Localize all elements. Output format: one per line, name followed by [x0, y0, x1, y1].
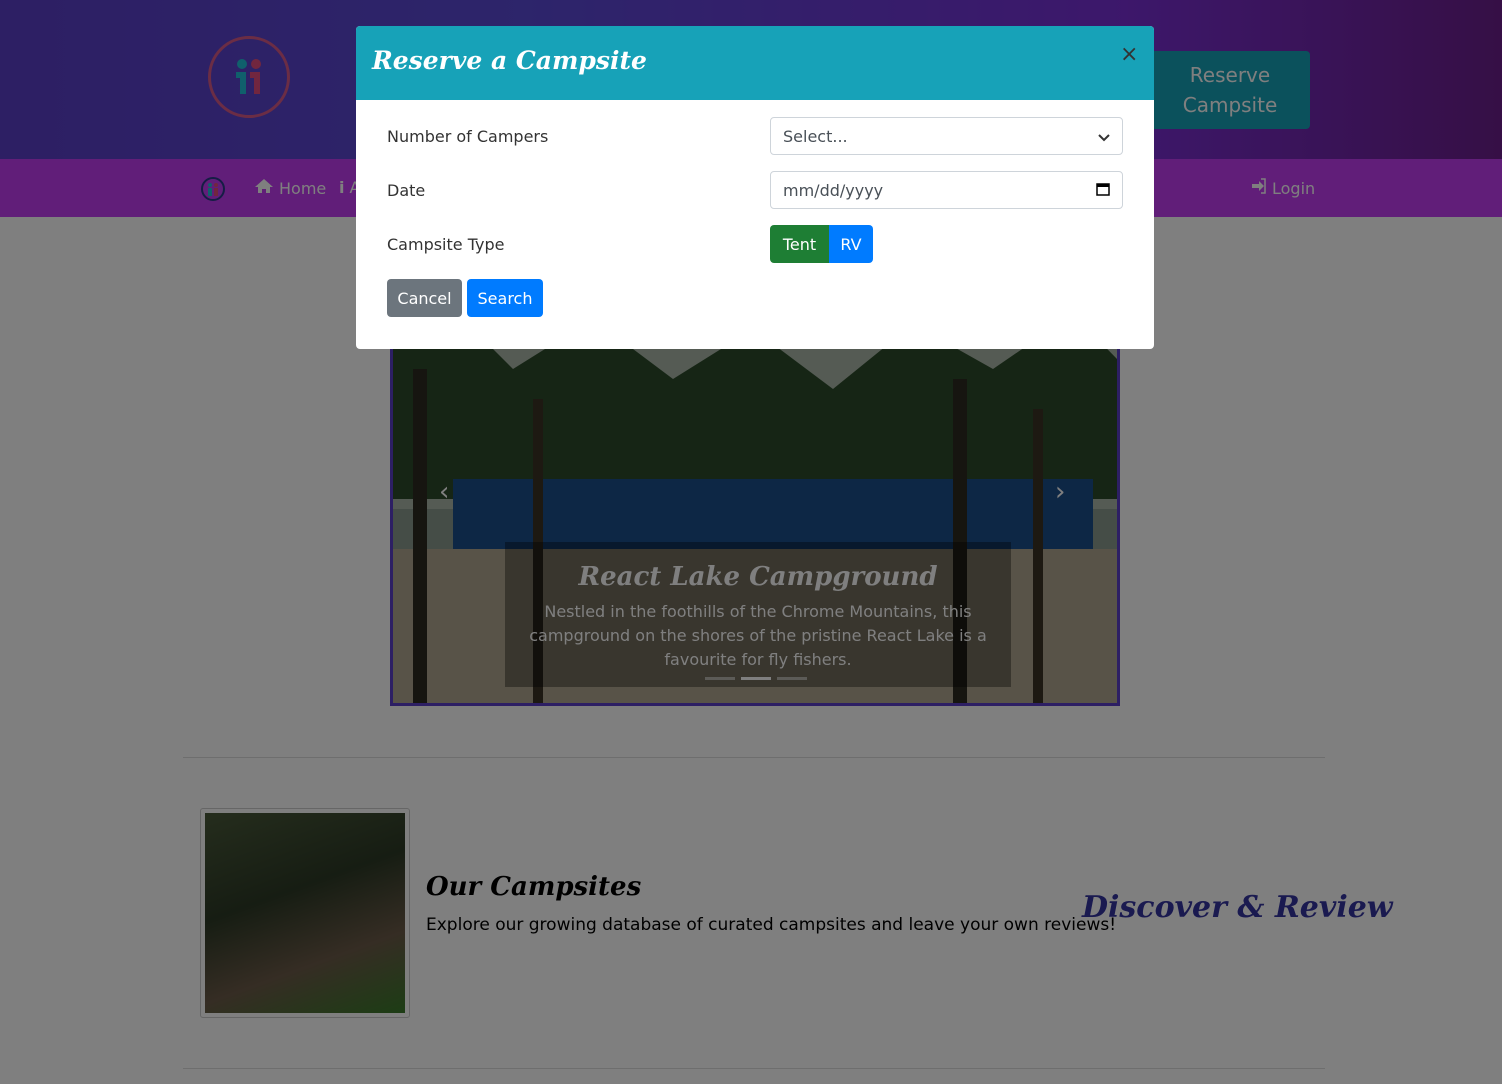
campsite-type-label: Campsite Type: [387, 235, 505, 254]
close-icon[interactable]: ×: [1120, 42, 1138, 67]
search-button[interactable]: Search: [467, 279, 543, 317]
modal-header: Reserve a Campsite ×: [356, 26, 1154, 100]
campers-select-value: Select...: [783, 126, 848, 146]
date-placeholder: mm/dd/yyyy: [783, 180, 884, 200]
rv-toggle-button[interactable]: RV: [829, 225, 873, 263]
calendar-icon[interactable]: [1096, 181, 1110, 200]
reserve-modal: Reserve a Campsite × Number of Campers S…: [356, 26, 1154, 349]
date-label: Date: [387, 181, 426, 200]
chevron-down-icon: [1098, 127, 1110, 146]
cancel-button[interactable]: Cancel: [387, 279, 462, 317]
tent-toggle-button[interactable]: Tent: [770, 225, 829, 263]
date-input[interactable]: mm/dd/yyyy: [770, 171, 1123, 209]
campers-select[interactable]: Select...: [770, 117, 1123, 155]
campers-label: Number of Campers: [387, 127, 549, 146]
campsite-type-toggle[interactable]: Tent RV: [770, 225, 873, 263]
modal-title: Reserve a Campsite: [372, 46, 647, 75]
